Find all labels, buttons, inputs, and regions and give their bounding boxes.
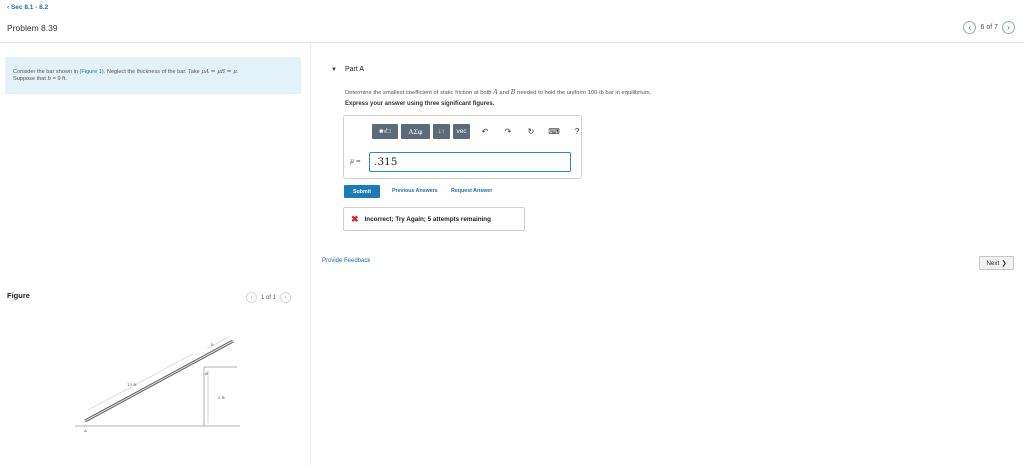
- chevron-right-icon: ❯: [1001, 259, 1007, 267]
- pager-text: 6 of 7: [980, 24, 998, 31]
- chevron-right-icon[interactable]: ›: [280, 292, 292, 303]
- question-text-3: needed to hold the uniform 100-lb bar in…: [515, 90, 652, 96]
- figure-pager: ‹ 1 of 1 ›: [246, 292, 292, 303]
- part-title[interactable]: Part A: [345, 66, 364, 73]
- column-divider: [310, 42, 311, 465]
- collapse-triangle-icon[interactable]: ▼: [331, 67, 337, 73]
- undo-icon[interactable]: ↶: [477, 124, 493, 139]
- next-label: Next: [986, 259, 1000, 267]
- previous-answers-link[interactable]: Previous Answers: [392, 188, 438, 194]
- feedback-message: ✖ Incorrect; Try Again; 5 attempts remai…: [343, 207, 525, 231]
- question-text: Determine the smallest coefficient of st…: [345, 88, 651, 96]
- chevron-left-icon[interactable]: ‹: [246, 292, 257, 303]
- length-dimension-line: [87, 353, 194, 411]
- chevron-right-icon[interactable]: ›: [1002, 21, 1015, 34]
- mu-expression: μA = μB = μ.: [201, 69, 239, 75]
- question-text-1: Determine the smallest coefficient of st…: [345, 90, 494, 96]
- header-divider: [0, 42, 1024, 43]
- problem-text-4: = 9 ft.: [51, 76, 67, 82]
- arrows-button[interactable]: ↓↑: [433, 124, 450, 139]
- breadcrumb-back-link[interactable]: ‹ Sec 8.1 - 8.2: [7, 4, 48, 11]
- reset-icon[interactable]: ↻: [523, 124, 539, 139]
- answer-input[interactable]: [369, 152, 571, 172]
- request-answer-link[interactable]: Request Answer: [451, 188, 492, 194]
- answer-variable-label: μ =: [350, 158, 361, 165]
- answer-box: ■√□ ΑΣφ ↓↑ vec ↶ ↷ ↻ ⌨ ? μ =: [343, 115, 582, 179]
- submit-button[interactable]: Submit: [344, 185, 380, 198]
- feedback-text: Incorrect; Try Again; 5 attempts remaini…: [364, 215, 491, 223]
- math-toolbar: ■√□ ΑΣφ ↓↑ vec ↶ ↷ ↻ ⌨ ?: [372, 124, 585, 139]
- bar-highlight: [84, 340, 234, 422]
- instruction-text: Express your answer using three signific…: [345, 101, 495, 107]
- bar-figure: 13 ft 5 ft b A B: [75, 335, 240, 433]
- keyboard-icon[interactable]: ⌨: [546, 124, 562, 139]
- length-label: 13 ft: [127, 382, 137, 387]
- problem-statement: Consider the bar shown in (Figure 1). Ne…: [5, 57, 301, 94]
- next-button[interactable]: Next ❯: [979, 256, 1014, 270]
- figure-link[interactable]: (Figure 1): [80, 69, 104, 75]
- b-label: b: [211, 342, 214, 347]
- chevron-left-icon[interactable]: ‹: [963, 21, 977, 34]
- page-title: Problem 8.39: [7, 23, 58, 33]
- problem-text-1: Consider the bar shown in: [13, 69, 80, 75]
- figure-heading: Figure: [7, 291, 30, 300]
- help-icon[interactable]: ?: [569, 124, 585, 139]
- provide-feedback-link[interactable]: Provide Feedback: [322, 258, 370, 264]
- problem-text-3: Suppose that: [13, 76, 48, 82]
- point-a-label: A: [83, 428, 87, 433]
- greek-symbols-button[interactable]: ΑΣφ: [401, 124, 430, 139]
- vector-button[interactable]: vec: [453, 124, 470, 139]
- problem-pager: ‹ 6 of 7 ›: [963, 21, 1015, 34]
- point-b-label: B: [204, 371, 208, 376]
- height-label: 5 ft: [218, 395, 225, 400]
- question-text-2: and: [497, 90, 511, 96]
- redo-icon[interactable]: ↷: [500, 124, 516, 139]
- problem-text-2: . Neglect the thickness of the bar. Take: [103, 69, 202, 75]
- sqrt-template-button[interactable]: ■√□: [372, 124, 398, 139]
- figure-pager-text: 1 of 1: [261, 294, 277, 301]
- error-x-icon: ✖: [351, 213, 359, 224]
